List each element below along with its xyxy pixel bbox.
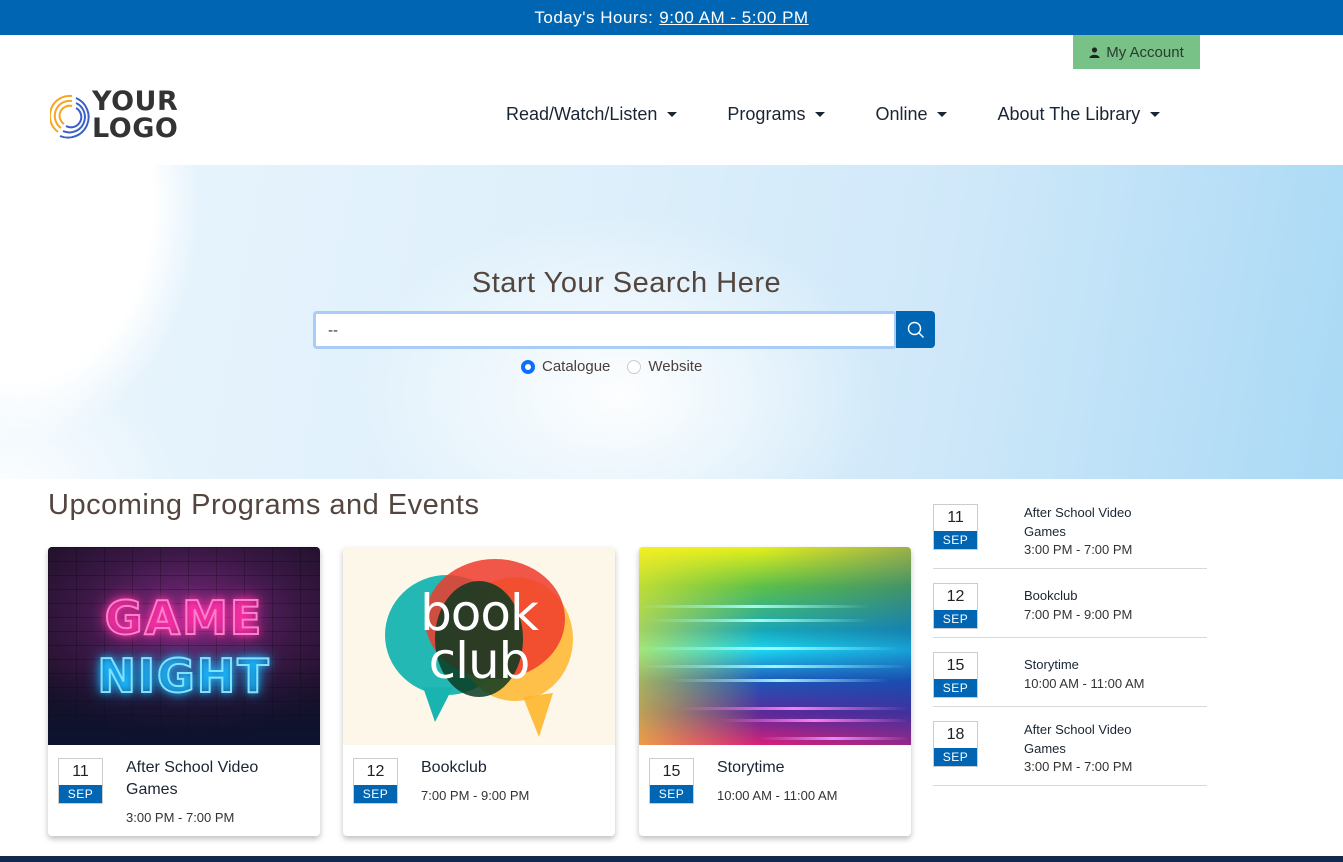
logo-text: YOUR LOGO (92, 86, 179, 144)
search-button[interactable] (896, 311, 935, 348)
book-club-text: book club (420, 584, 539, 690)
list-item-title[interactable]: After School Video Games (1024, 720, 1174, 758)
my-account-button[interactable]: My Account (1073, 35, 1200, 69)
events-list: 11 SEP After School Video Games 3:00 PM … (933, 500, 1207, 786)
event-image-storytime (639, 547, 911, 745)
date-badge: 12 SEP (353, 758, 398, 804)
event-title[interactable]: Storytime (717, 757, 897, 779)
date-badge: 11 SEP (58, 758, 103, 804)
event-title[interactable]: Bookclub (421, 757, 601, 779)
event-time: 10:00 AM - 11:00 AM (717, 788, 838, 803)
nav-read-watch-listen[interactable]: Read/Watch/Listen (506, 104, 678, 125)
user-icon (1089, 46, 1100, 58)
nav-about-the-library[interactable]: About The Library (997, 104, 1161, 125)
radio-catalogue-dot[interactable] (521, 359, 535, 374)
caret-down-icon (1150, 112, 1161, 117)
date-badge: 11 SEP (933, 504, 978, 550)
hero-title: Start Your Search Here (471, 267, 782, 299)
event-card[interactable]: 15 SEP Storytime 10:00 AM - 11:00 AM (639, 547, 911, 836)
search-hero: Start Your Search Here Catalogue Website (0, 165, 1343, 479)
list-item-time: 3:00 PM - 7:00 PM (1024, 542, 1133, 557)
my-account-label: My Account (1106, 43, 1184, 61)
nav-online[interactable]: Online (875, 104, 948, 125)
event-title[interactable]: After School Video Games (126, 757, 306, 801)
main-nav: Read/Watch/Listen Programs Online About … (506, 104, 1161, 125)
date-badge: 12 SEP (933, 583, 978, 629)
date-badge: 18 SEP (933, 721, 978, 767)
search-input[interactable] (316, 314, 894, 346)
date-badge: 15 SEP (649, 758, 694, 804)
site-logo[interactable]: YOUR LOGO (48, 70, 178, 160)
radio-catalogue[interactable]: Catalogue (521, 358, 610, 375)
search-icon (907, 321, 924, 338)
caret-down-icon (815, 112, 826, 117)
event-time: 3:00 PM - 7:00 PM (126, 810, 235, 825)
radio-website[interactable]: Website (627, 358, 702, 375)
list-item-title[interactable]: Storytime (1024, 655, 1174, 674)
date-badge: 15 SEP (933, 652, 978, 698)
hours-link[interactable]: 9:00 AM - 5:00 PM (659, 8, 808, 28)
footer (0, 856, 1343, 862)
hours-banner: Today's Hours: 9:00 AM - 5:00 PM (0, 0, 1343, 35)
list-item[interactable]: 12 SEP Bookclub 7:00 PM - 9:00 PM (933, 569, 1207, 638)
list-item-time: 10:00 AM - 11:00 AM (1024, 676, 1145, 691)
radio-website-dot[interactable] (627, 359, 642, 374)
list-item-title[interactable]: After School Video Games (1024, 503, 1174, 541)
list-item-title[interactable]: Bookclub (1024, 586, 1174, 605)
hours-label: Today's Hours: (534, 7, 654, 27)
list-item-time: 7:00 PM - 9:00 PM (1024, 607, 1133, 622)
list-item[interactable]: 11 SEP After School Video Games 3:00 PM … (933, 500, 1207, 569)
event-card[interactable]: GAME NIGHT 11 SEP After School Video Gam… (48, 547, 320, 836)
event-card[interactable]: book club 12 SEP Bookclub 7:00 PM - 9:00… (343, 547, 615, 836)
list-item-time: 3:00 PM - 7:00 PM (1024, 759, 1133, 774)
caret-down-icon (937, 112, 948, 117)
events-heading: Upcoming Programs and Events (48, 489, 480, 521)
nav-programs[interactable]: Programs (727, 104, 826, 125)
caret-down-icon (667, 112, 678, 117)
event-time: 7:00 PM - 9:00 PM (421, 788, 530, 803)
event-image-game-night: GAME NIGHT (48, 547, 320, 745)
logo-mark-icon (50, 94, 90, 139)
list-item[interactable]: 18 SEP After School Video Games 3:00 PM … (933, 707, 1207, 786)
list-item[interactable]: 15 SEP Storytime 10:00 AM - 11:00 AM (933, 638, 1207, 707)
search-field-wrapper (313, 311, 897, 349)
event-image-book-club: book club (343, 547, 615, 745)
search-scope: Catalogue Website (521, 358, 719, 375)
